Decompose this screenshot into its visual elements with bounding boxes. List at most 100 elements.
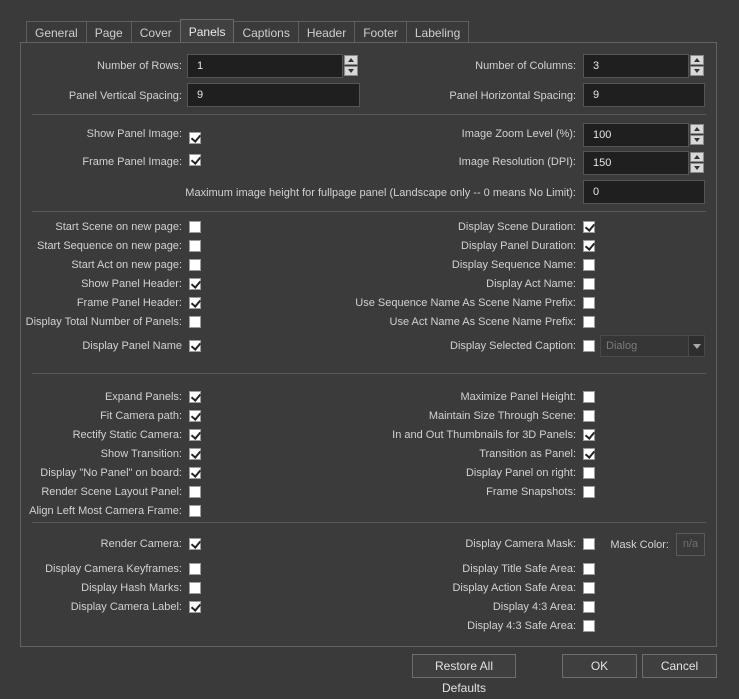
expand-panels-checkbox[interactable] — [189, 391, 201, 403]
frame-panel-header-checkbox[interactable] — [189, 297, 201, 309]
display-camera-mask-checkbox[interactable] — [583, 538, 595, 550]
display-camera-keyframes-checkbox[interactable] — [189, 563, 201, 575]
tab-page[interactable]: Page — [85, 21, 132, 43]
max-image-height-input[interactable]: 0 — [583, 180, 705, 204]
display-camera-label-checkbox[interactable] — [189, 601, 201, 613]
resolution-stepper[interactable] — [690, 152, 704, 174]
maintain-size-through-scene-checkbox[interactable] — [583, 410, 595, 422]
cancel-button[interactable]: Cancel — [642, 654, 717, 678]
maximize-panel-height-checkbox[interactable] — [583, 391, 595, 403]
start-act-on-new-page-label: Start Act on new page: — [71, 259, 182, 271]
frame-panel-header-label: Frame Panel Header: — [76, 297, 182, 309]
start-act-on-new-page-checkbox[interactable] — [189, 259, 201, 271]
render-scene-layout-panel-label: Render Scene Layout Panel: — [41, 486, 182, 498]
display-action-safe-area-checkbox[interactable] — [583, 582, 595, 594]
display-title-safe-area-checkbox[interactable] — [583, 563, 595, 575]
start-scene-on-new-page-checkbox[interactable] — [189, 221, 201, 233]
ok-button[interactable]: OK — [562, 654, 637, 678]
tab-general[interactable]: General — [26, 21, 87, 43]
in-and-out-thumbnails-for-3d-panels-label: In and Out Thumbnails for 3D Panels: — [392, 429, 576, 441]
display-sequence-name-checkbox[interactable] — [583, 259, 595, 271]
caption-select[interactable]: Dialog — [600, 335, 705, 357]
rows-stepper[interactable] — [344, 55, 358, 77]
resolution-label: Image Resolution (DPI): — [458, 156, 576, 168]
tab-labeling[interactable]: Labeling — [405, 21, 470, 43]
columns-decrement-icon[interactable] — [690, 66, 704, 76]
display-hash-marks-checkbox[interactable] — [189, 582, 201, 594]
display-act-name-checkbox[interactable] — [583, 278, 595, 290]
horizontal-spacing-label: Panel Horizontal Spacing: — [449, 90, 576, 102]
display-panel-duration-label: Display Panel Duration: — [461, 240, 576, 252]
tab-bar: General Page Cover Panels Captions Heade… — [26, 19, 470, 43]
in-and-out-thumbnails-for-3d-panels-checkbox[interactable] — [583, 429, 595, 441]
zoom-level-stepper[interactable] — [690, 124, 704, 146]
display-no-panel-on-board-checkbox[interactable] — [189, 467, 201, 479]
zoom-increment-icon[interactable] — [690, 124, 704, 134]
resolution-input[interactable]: 150 — [583, 151, 689, 175]
columns-increment-icon[interactable] — [690, 55, 704, 65]
tab-footer[interactable]: Footer — [354, 21, 407, 43]
show-panel-image-checkbox[interactable] — [189, 132, 201, 144]
separator — [32, 211, 706, 212]
display-sequence-name-label: Display Sequence Name: — [451, 259, 576, 271]
restore-defaults-button[interactable]: Restore All Defaults — [412, 654, 516, 695]
fit-camera-path-checkbox[interactable] — [189, 410, 201, 422]
rows-decrement-icon[interactable] — [344, 66, 358, 76]
tab-panels[interactable]: Panels — [179, 19, 235, 42]
use-sequence-name-as-scene-name-prefix-label: Use Sequence Name As Scene Name Prefix: — [355, 297, 576, 309]
show-transition-label: Show Transition: — [100, 448, 182, 460]
display-panel-duration-checkbox[interactable] — [583, 240, 595, 252]
transition-as-panel-checkbox[interactable] — [583, 448, 595, 460]
display-4-3-area-checkbox[interactable] — [583, 601, 595, 613]
frame-snapshots-checkbox[interactable] — [583, 486, 595, 498]
start-scene-on-new-page-label: Start Scene on new page: — [55, 221, 182, 233]
display-panel-name-checkbox[interactable] — [189, 340, 201, 352]
start-sequence-on-new-page-checkbox[interactable] — [189, 240, 201, 252]
display-panel-on-right-label: Display Panel on right: — [465, 467, 576, 479]
show-panel-header-checkbox[interactable] — [189, 278, 201, 290]
display-action-safe-area-label: Display Action Safe Area: — [452, 582, 576, 594]
frame-snapshots-label: Frame Snapshots: — [486, 486, 576, 498]
display-total-number-of-panels-checkbox[interactable] — [189, 316, 201, 328]
start-sequence-on-new-page-label: Start Sequence on new page: — [37, 240, 182, 252]
separator — [32, 522, 706, 523]
display-scene-duration-checkbox[interactable] — [583, 221, 595, 233]
display-4-3-safe-area-checkbox[interactable] — [583, 620, 595, 632]
resolution-decrement-icon[interactable] — [690, 163, 704, 173]
display-panel-on-right-checkbox[interactable] — [583, 467, 595, 479]
render-camera-checkbox[interactable] — [189, 538, 201, 550]
tab-captions[interactable]: Captions — [233, 21, 299, 43]
tab-cover[interactable]: Cover — [130, 21, 181, 43]
rows-input[interactable]: 1 — [187, 54, 343, 78]
display-scene-duration-label: Display Scene Duration: — [457, 221, 576, 233]
columns-input[interactable]: 3 — [583, 54, 689, 78]
display-act-name-label: Display Act Name: — [486, 278, 576, 290]
use-act-name-as-scene-name-prefix-label: Use Act Name As Scene Name Prefix: — [389, 316, 576, 328]
zoom-decrement-icon[interactable] — [690, 135, 704, 145]
rows-label: Number of Rows: — [97, 60, 182, 72]
show-panel-image-label: Show Panel Image: — [86, 128, 182, 140]
display-no-panel-on-board-label: Display "No Panel" on board: — [40, 467, 182, 479]
show-panel-header-label: Show Panel Header: — [81, 278, 182, 290]
display-panel-name-label: Display Panel Name — [82, 340, 182, 352]
caption-select-value: Dialog — [606, 340, 638, 352]
zoom-level-input[interactable]: 100 — [583, 123, 689, 147]
tab-header[interactable]: Header — [297, 21, 356, 43]
rows-increment-icon[interactable] — [344, 55, 358, 65]
use-sequence-name-as-scene-name-prefix-checkbox[interactable] — [583, 297, 595, 309]
render-scene-layout-panel-checkbox[interactable] — [189, 486, 201, 498]
display-selected-caption-checkbox[interactable] — [583, 340, 595, 352]
chevron-down-icon[interactable] — [688, 336, 704, 356]
frame-panel-image-checkbox[interactable] — [189, 154, 201, 166]
use-act-name-as-scene-name-prefix-checkbox[interactable] — [583, 316, 595, 328]
align-left-most-camera-frame-checkbox[interactable] — [189, 505, 201, 517]
transition-as-panel-label: Transition as Panel: — [479, 448, 576, 460]
vertical-spacing-input[interactable]: 9 — [187, 83, 360, 107]
horizontal-spacing-input[interactable]: 9 — [583, 83, 705, 107]
columns-stepper[interactable] — [690, 55, 704, 77]
show-transition-checkbox[interactable] — [189, 448, 201, 460]
resolution-increment-icon[interactable] — [690, 152, 704, 162]
rectify-static-camera-checkbox[interactable] — [189, 429, 201, 441]
mask-color-swatch[interactable]: n/a — [676, 533, 705, 556]
display-hash-marks-label: Display Hash Marks: — [81, 582, 182, 594]
